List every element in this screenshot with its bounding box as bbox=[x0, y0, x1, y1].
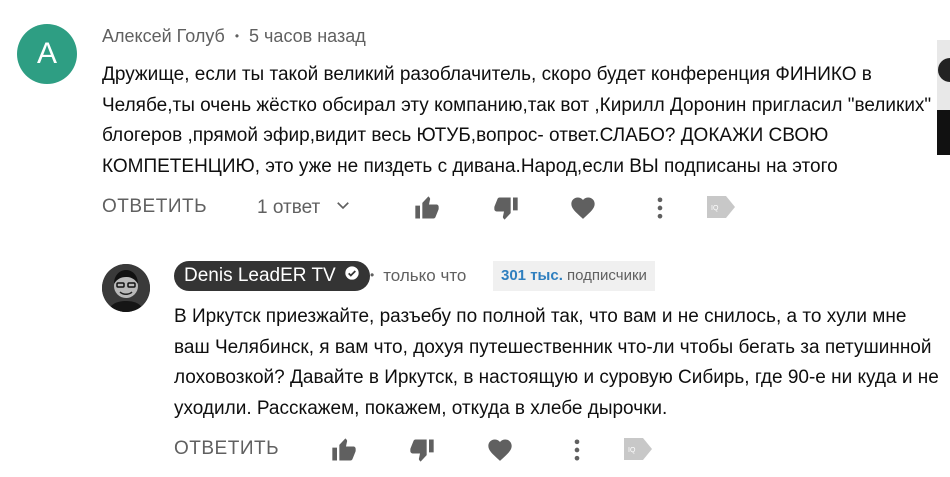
reply-time[interactable]: только что bbox=[383, 266, 466, 285]
replies-count: 1 ответ bbox=[257, 197, 321, 218]
verified-icon bbox=[344, 261, 360, 291]
thumb-up-icon[interactable] bbox=[330, 436, 358, 464]
replies-toggle[interactable]: 1 ответ bbox=[257, 196, 352, 220]
reply-button[interactable]: ОТВЕТИТЬ bbox=[102, 196, 207, 218]
separator-dot: • bbox=[234, 29, 240, 43]
reply-header: • только что bbox=[370, 266, 466, 286]
svg-text:IQ: IQ bbox=[711, 205, 719, 212]
comment-header: Алексей Голуб • 5 часов назад bbox=[102, 26, 366, 47]
comment-text: Дружище, если ты такой великий разоблачи… bbox=[102, 64, 932, 177]
channel-name: Denis LeadER TV bbox=[184, 265, 336, 286]
avatar[interactable]: A bbox=[17, 24, 77, 84]
subscribers-badge: 301 тыс. подписчики bbox=[493, 261, 655, 291]
tag-icon[interactable]: IQ bbox=[623, 435, 653, 463]
channel-name-badge[interactable]: Denis LeadER TV bbox=[174, 261, 370, 291]
channel-avatar[interactable] bbox=[102, 264, 150, 312]
more-vert-icon[interactable] bbox=[563, 436, 591, 464]
tag-icon[interactable]: IQ bbox=[706, 193, 736, 221]
heart-icon[interactable] bbox=[569, 194, 597, 222]
svg-text:IQ: IQ bbox=[628, 447, 636, 454]
comment-author[interactable]: Алексей Голуб bbox=[102, 26, 225, 46]
thumb-down-icon[interactable] bbox=[408, 436, 436, 464]
comment-time[interactable]: 5 часов назад bbox=[249, 26, 366, 46]
heart-icon[interactable] bbox=[486, 436, 514, 464]
more-vert-icon[interactable] bbox=[646, 194, 674, 222]
partial-avatar bbox=[937, 40, 950, 155]
reply-button[interactable]: ОТВЕТИТЬ bbox=[174, 438, 279, 460]
chevron-down-icon bbox=[334, 196, 352, 220]
subscribers-label: подписчики bbox=[567, 267, 647, 284]
separator-dot: • bbox=[370, 268, 375, 282]
subscribers-count: 301 тыс. bbox=[501, 267, 563, 284]
reply-text: В Иркутск приезжайте, разъебу по полной … bbox=[174, 306, 939, 419]
thumb-up-icon[interactable] bbox=[413, 194, 441, 222]
thumb-down-icon[interactable] bbox=[492, 194, 520, 222]
